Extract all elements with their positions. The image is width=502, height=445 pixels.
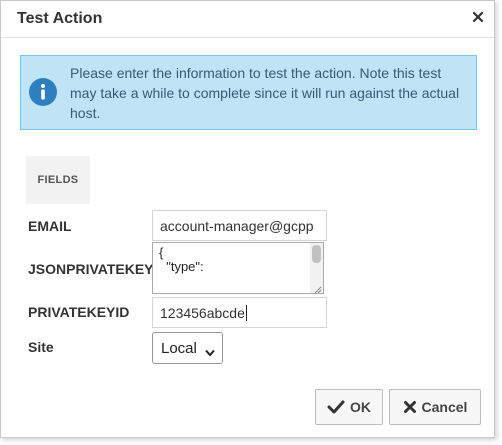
jsonprivatekey-label: JSONPRIVATEKEY [28, 261, 154, 277]
chevron-down-icon [205, 344, 215, 357]
privatekeyid-value: 123456abcde [160, 304, 245, 321]
email-field[interactable]: account-manager@gcpp [152, 210, 327, 241]
jsonprivatekey-value: { "type": [159, 245, 204, 274]
scrollbar-thumb[interactable] [312, 245, 321, 263]
site-label: Site [28, 339, 54, 355]
email-value: account-manager@gcpp [160, 217, 314, 234]
dialog-title: Test Action [17, 10, 103, 27]
cancel-label: Cancel [421, 399, 468, 415]
check-icon [327, 400, 345, 414]
ok-button[interactable]: OK [315, 389, 383, 425]
site-select[interactable]: Local [152, 332, 223, 364]
alert-message: Please enter the information to test the… [70, 65, 460, 121]
jsonprivatekey-textarea[interactable]: { "type": [152, 242, 324, 294]
ok-label: OK [350, 399, 371, 415]
info-alert: Please enter the information to test the… [20, 55, 477, 130]
cancel-button[interactable]: Cancel [389, 389, 481, 425]
info-icon [29, 78, 57, 106]
close-x-icon [403, 401, 416, 413]
dialog-titlebar: Test Action [1, 1, 494, 38]
close-icon[interactable] [471, 10, 485, 24]
site-selected-value: Local [161, 339, 197, 357]
resize-grip-icon[interactable] [313, 283, 322, 293]
test-action-dialog: Test Action Please enter the information… [0, 0, 495, 438]
email-label: EMAIL [28, 218, 72, 234]
privatekeyid-label: PRIVATEKEYID [28, 304, 130, 320]
tab-fields[interactable]: FIELDS [26, 156, 90, 204]
text-cursor [245, 304, 247, 321]
privatekeyid-field[interactable]: 123456abcde [152, 297, 327, 328]
